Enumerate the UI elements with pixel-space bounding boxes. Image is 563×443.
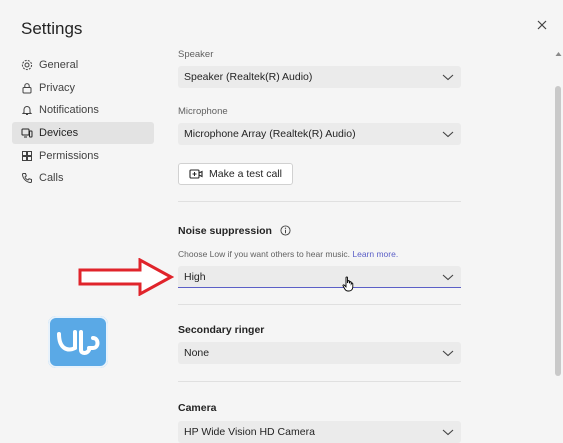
grid-icon [21,150,33,162]
hand-cursor-icon [342,276,354,292]
sidebar-item-privacy[interactable]: Privacy [12,77,154,100]
noise-suppression-value: High [184,270,206,283]
gear-icon [21,59,33,71]
speaker-label: Speaker [178,49,214,60]
noise-suppression-hint: Choose Low if you want others to hear mu… [178,249,398,259]
sidebar-item-label: Privacy [39,81,76,94]
watermark-logo [48,316,108,368]
close-button[interactable] [535,18,549,32]
settings-sidebar: General Privacy Notifications Devices Pe… [12,54,154,190]
scrollbar-thumb[interactable] [555,86,561,376]
secondary-ringer-value: None [184,347,210,359]
video-call-icon [189,168,203,180]
info-icon[interactable] [280,225,291,236]
sidebar-item-label: General [39,59,79,72]
chevron-down-icon [442,131,454,138]
divider [178,381,461,382]
phone-icon [21,172,33,184]
divider [178,201,461,202]
watermark-glyph-icon [57,330,100,355]
sidebar-item-label: Calls [39,172,64,185]
divider [178,304,461,305]
sidebar-item-label: Devices [39,127,79,140]
speaker-value: Speaker (Realtek(R) Audio) [184,71,313,83]
microphone-dropdown[interactable]: Microphone Array (Realtek(R) Audio) [178,123,461,145]
red-arrow-annotation-icon [78,258,174,296]
secondary-ringer-heading: Secondary ringer [178,324,265,336]
devices-icon [21,127,33,139]
camera-value: HP Wide Vision HD Camera [184,426,315,438]
sidebar-item-permissions[interactable]: Permissions [12,144,154,167]
sidebar-item-notifications[interactable]: Notifications [12,99,154,122]
chevron-down-icon [442,350,454,357]
scroll-up-arrow-icon[interactable] [555,51,562,57]
chevron-down-icon [442,74,454,81]
close-icon [537,20,547,30]
microphone-label: Microphone [178,106,228,117]
noise-hint-text: Choose Low if you want others to hear mu… [178,249,350,259]
sidebar-item-calls[interactable]: Calls [12,167,154,190]
noise-suppression-heading-text: Noise suppression [178,225,272,237]
noise-suppression-dropdown[interactable]: High [178,266,461,288]
sidebar-item-devices[interactable]: Devices [12,121,154,145]
microphone-value: Microphone Array (Realtek(R) Audio) [184,128,356,140]
settings-title: Settings [21,19,83,38]
sidebar-item-label: Permissions [39,149,99,162]
secondary-ringer-dropdown[interactable]: None [178,342,461,364]
lock-icon [21,82,33,94]
sidebar-item-label: Notifications [39,104,99,117]
camera-dropdown[interactable]: HP Wide Vision HD Camera [178,421,461,443]
make-test-call-button[interactable]: Make a test call [178,163,293,185]
learn-more-link[interactable]: Learn more. [352,249,398,259]
noise-suppression-heading: Noise suppression [178,225,291,237]
make-test-call-label: Make a test call [209,168,282,180]
chevron-down-icon [442,274,454,281]
speaker-dropdown[interactable]: Speaker (Realtek(R) Audio) [178,66,461,88]
chevron-down-icon [442,429,454,436]
sidebar-item-general[interactable]: General [12,54,154,77]
bell-icon [21,104,33,116]
camera-heading: Camera [178,402,217,414]
